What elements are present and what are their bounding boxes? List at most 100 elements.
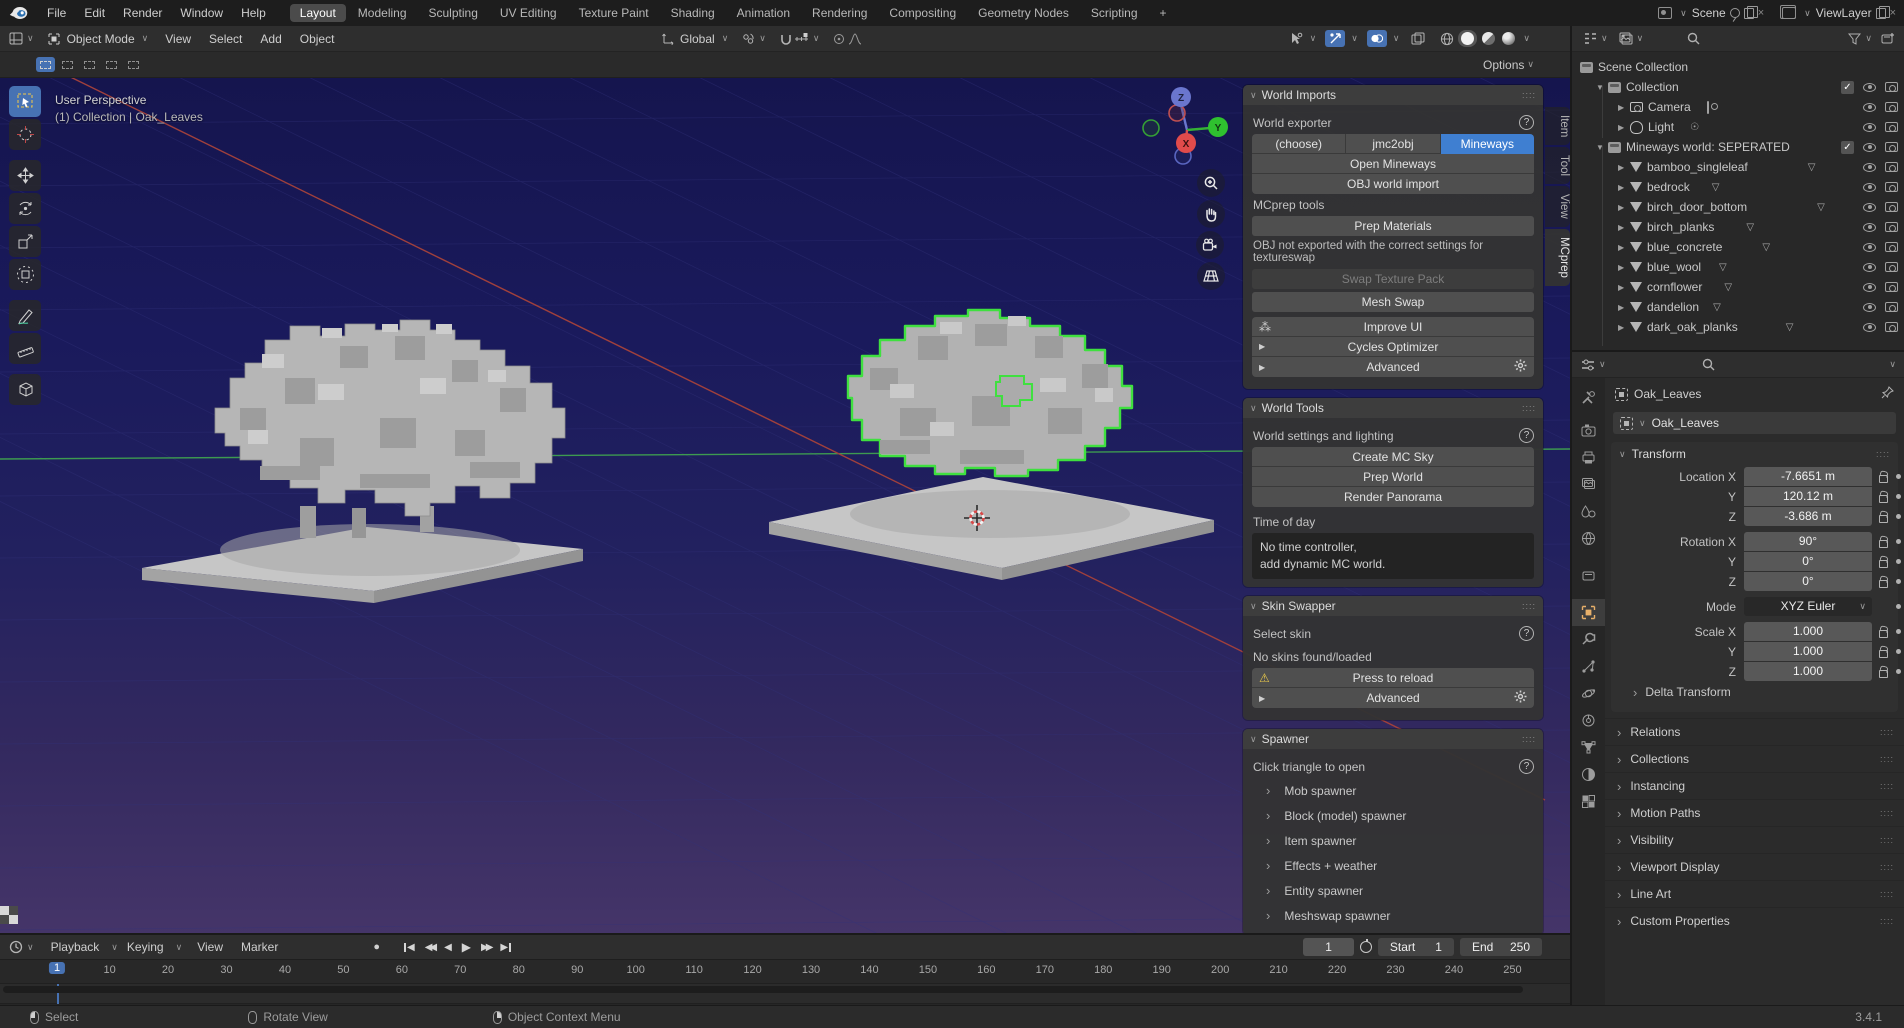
tool-cursor[interactable] xyxy=(9,119,41,150)
section-header-world-tools[interactable]: ∨ World Tools :::: xyxy=(1243,398,1543,418)
disable-render-icon[interactable] xyxy=(1885,162,1898,172)
jump-to-start-button[interactable]: ◀ xyxy=(404,942,415,953)
workspace-tab-rendering[interactable]: Rendering xyxy=(802,4,877,22)
exporter-mineways-button[interactable]: Mineways xyxy=(1441,134,1534,154)
view-layer-selector[interactable]: ∨ ViewLayer xyxy=(1782,6,1871,20)
outliner-row-collection[interactable]: ▼ Collection ✓ xyxy=(1572,77,1904,97)
select-mode-invert[interactable] xyxy=(102,57,121,72)
outliner-row-mesh[interactable]: ▶bamboo_singleleaf▽ xyxy=(1572,157,1904,177)
pan-view-button[interactable] xyxy=(1197,200,1225,228)
editor-separator-horizontal[interactable] xyxy=(1572,350,1904,352)
triangle-right-icon[interactable]: ▶ xyxy=(1618,303,1630,312)
drag-handle-icon[interactable]: :::: xyxy=(1522,734,1536,744)
outliner-row-mesh[interactable]: ▶birch_planks▽ xyxy=(1572,217,1904,237)
sidebar-tab-mcprep[interactable]: MCprep xyxy=(1545,229,1570,286)
drag-handle-icon[interactable]: :::: xyxy=(1880,754,1894,764)
shading-wireframe-button[interactable] xyxy=(1439,32,1455,46)
outliner-row-mesh[interactable]: ▶dark_oak_planks▽ xyxy=(1572,317,1904,337)
editor-type-icon[interactable] xyxy=(8,32,24,46)
start-frame-field[interactable]: Start 1 xyxy=(1378,938,1454,956)
disable-render-icon[interactable] xyxy=(1885,182,1898,192)
hide-viewport-icon[interactable] xyxy=(1863,123,1876,132)
menu-marker[interactable]: Marker xyxy=(232,934,287,960)
snap-magnet-icon[interactable] xyxy=(778,32,794,46)
tool-move[interactable] xyxy=(9,160,41,191)
filter-icon[interactable] xyxy=(1846,32,1862,46)
disable-render-icon[interactable] xyxy=(1885,102,1898,112)
tab-view-layer[interactable] xyxy=(1572,471,1605,498)
tab-particles[interactable] xyxy=(1572,653,1605,680)
hide-viewport-icon[interactable] xyxy=(1863,223,1876,232)
drag-handle-icon[interactable]: :::: xyxy=(1880,889,1894,899)
drag-handle-icon[interactable]: :::: xyxy=(1880,727,1894,737)
current-frame-indicator[interactable]: 1 xyxy=(49,962,65,974)
exporter-jmc2obj-button[interactable]: jmc2obj xyxy=(1346,134,1440,154)
skin-advanced-expander[interactable]: ▶ Advanced xyxy=(1252,688,1534,708)
number-field[interactable]: 0° xyxy=(1744,572,1872,591)
frame-tick[interactable]: 120 xyxy=(743,964,761,976)
hide-viewport-icon[interactable] xyxy=(1863,203,1876,212)
transform-panel-header[interactable]: ∨ Transform :::: xyxy=(1611,442,1898,466)
falloff-curve-icon[interactable] xyxy=(847,32,863,46)
keyframe-dot-icon[interactable] xyxy=(1896,629,1901,634)
frame-tick[interactable]: 250 xyxy=(1503,964,1521,976)
navigation-gizmo[interactable]: Z Y X xyxy=(1143,87,1228,164)
frame-tick[interactable]: 140 xyxy=(860,964,878,976)
object-name-field[interactable]: ∨ Oak_Leaves xyxy=(1613,412,1896,434)
disable-render-icon[interactable] xyxy=(1885,262,1898,272)
disable-render-icon[interactable] xyxy=(1885,302,1898,312)
disable-render-icon[interactable] xyxy=(1885,242,1898,252)
number-field[interactable]: 90° xyxy=(1744,532,1872,551)
mesh-swap-button[interactable]: Mesh Swap xyxy=(1252,292,1534,312)
frame-tick[interactable]: 220 xyxy=(1328,964,1346,976)
sidebar-tab-tool[interactable]: Tool xyxy=(1545,147,1570,184)
workspace-tab-compositing[interactable]: Compositing xyxy=(879,4,966,22)
outliner-row-mesh[interactable]: ▶bedrock▽ xyxy=(1572,177,1904,197)
triangle-right-icon[interactable]: ▶ xyxy=(1618,283,1630,292)
keyframe-dot-icon[interactable] xyxy=(1896,579,1901,584)
block-spawner-expander[interactable]: ›Block (model) spawner xyxy=(1252,803,1534,828)
number-field[interactable]: 0° xyxy=(1744,552,1872,571)
pin-id-icon[interactable] xyxy=(1881,386,1894,402)
frame-tick[interactable]: 200 xyxy=(1211,964,1229,976)
tool-add-cube[interactable] xyxy=(9,374,41,405)
disable-render-icon[interactable] xyxy=(1885,202,1898,212)
disable-render-icon[interactable] xyxy=(1885,82,1898,92)
menu-edit[interactable]: Edit xyxy=(75,0,114,26)
tool-annotate[interactable] xyxy=(9,300,41,331)
drag-handle-icon[interactable]: :::: xyxy=(1522,403,1536,413)
number-field[interactable]: -3.686 m xyxy=(1744,507,1872,526)
toggle-perspective-button[interactable] xyxy=(1197,262,1225,290)
outliner-row-mesh[interactable]: ▶blue_concrete▽ xyxy=(1572,237,1904,257)
frame-tick[interactable]: 190 xyxy=(1153,964,1171,976)
hide-viewport-icon[interactable] xyxy=(1863,143,1876,152)
outliner-row-mesh[interactable]: ▶dandelion▽ xyxy=(1572,297,1904,317)
drag-handle-icon[interactable]: :::: xyxy=(1880,781,1894,791)
current-frame-field[interactable]: 1 xyxy=(1303,938,1354,956)
number-field[interactable]: 1.000 xyxy=(1744,662,1872,681)
create-mc-sky-button[interactable]: Create MC Sky xyxy=(1252,447,1534,467)
workspace-tab-geometry-nodes[interactable]: Geometry Nodes xyxy=(968,4,1079,22)
frame-tick[interactable]: 100 xyxy=(626,964,644,976)
zoom-view-button[interactable] xyxy=(1197,169,1225,197)
shading-material-button[interactable] xyxy=(1482,32,1495,45)
pivot-point-icon[interactable] xyxy=(740,32,756,46)
menu-keying[interactable]: Keying xyxy=(118,934,173,960)
section-header-skin-swapper[interactable]: ∨ Skin Swapper :::: xyxy=(1243,596,1543,616)
tool-measure[interactable] xyxy=(9,333,41,364)
hide-viewport-icon[interactable] xyxy=(1863,243,1876,252)
next-keyframe-button[interactable]: ▶▶ xyxy=(481,942,490,953)
outliner-row-mesh[interactable]: ▶blue_wool▽ xyxy=(1572,257,1904,277)
workspace-tab-layout[interactable]: Layout xyxy=(290,4,346,22)
frame-tick[interactable]: 180 xyxy=(1094,964,1112,976)
panel-motion-paths[interactable]: ›Motion Paths:::: xyxy=(1605,799,1904,826)
frame-tick[interactable]: 20 xyxy=(162,964,174,976)
improve-ui-button[interactable]: ⁂ Improve UI xyxy=(1252,317,1534,337)
workspace-tab-modeling[interactable]: Modeling xyxy=(348,4,417,22)
triangle-right-icon[interactable]: ▶ xyxy=(1618,123,1630,132)
mode-selector[interactable]: Object Mode xyxy=(62,26,139,52)
xray-toggle[interactable] xyxy=(1410,32,1426,46)
render-panorama-button[interactable]: Render Panorama xyxy=(1252,487,1534,507)
frame-tick[interactable]: 230 xyxy=(1386,964,1404,976)
help-button[interactable]: ? xyxy=(1519,626,1534,641)
